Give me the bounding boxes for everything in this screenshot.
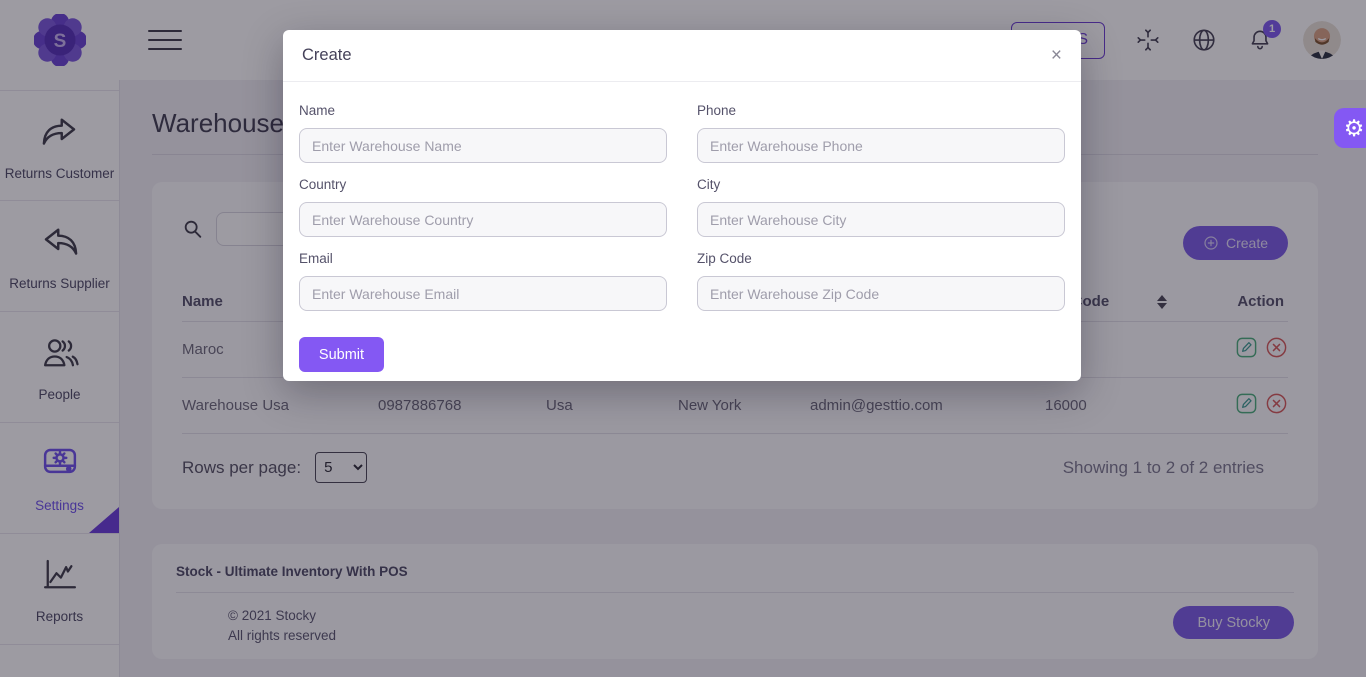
customizer-gear-button[interactable]: ⚙ [1334, 108, 1366, 148]
field-label: Phone [697, 103, 1065, 118]
submit-button[interactable]: Submit [299, 337, 384, 372]
field-label: Country [299, 177, 667, 192]
field-label: City [697, 177, 1065, 192]
warehouse-name-input[interactable] [299, 128, 667, 163]
warehouse-city-input[interactable] [697, 202, 1065, 237]
modal-title: Create [302, 46, 352, 65]
field-label: Zip Code [697, 251, 1065, 266]
field-city: City [697, 177, 1065, 237]
modal-header: Create × [283, 30, 1081, 82]
create-warehouse-modal: Create × Name Phone Country City Email [283, 30, 1081, 381]
warehouse-country-input[interactable] [299, 202, 667, 237]
close-icon[interactable]: × [1051, 46, 1062, 65]
field-label: Email [299, 251, 667, 266]
field-label: Name [299, 103, 667, 118]
field-zip-code: Zip Code [697, 251, 1065, 311]
warehouse-zip-input[interactable] [697, 276, 1065, 311]
gear-icon: ⚙ [1344, 115, 1365, 142]
field-email: Email [299, 251, 667, 311]
field-country: Country [299, 177, 667, 237]
modal-body: Name Phone Country City Email Zip Code [283, 82, 1081, 372]
field-phone: Phone [697, 103, 1065, 163]
warehouse-email-input[interactable] [299, 276, 667, 311]
warehouse-phone-input[interactable] [697, 128, 1065, 163]
field-name: Name [299, 103, 667, 163]
